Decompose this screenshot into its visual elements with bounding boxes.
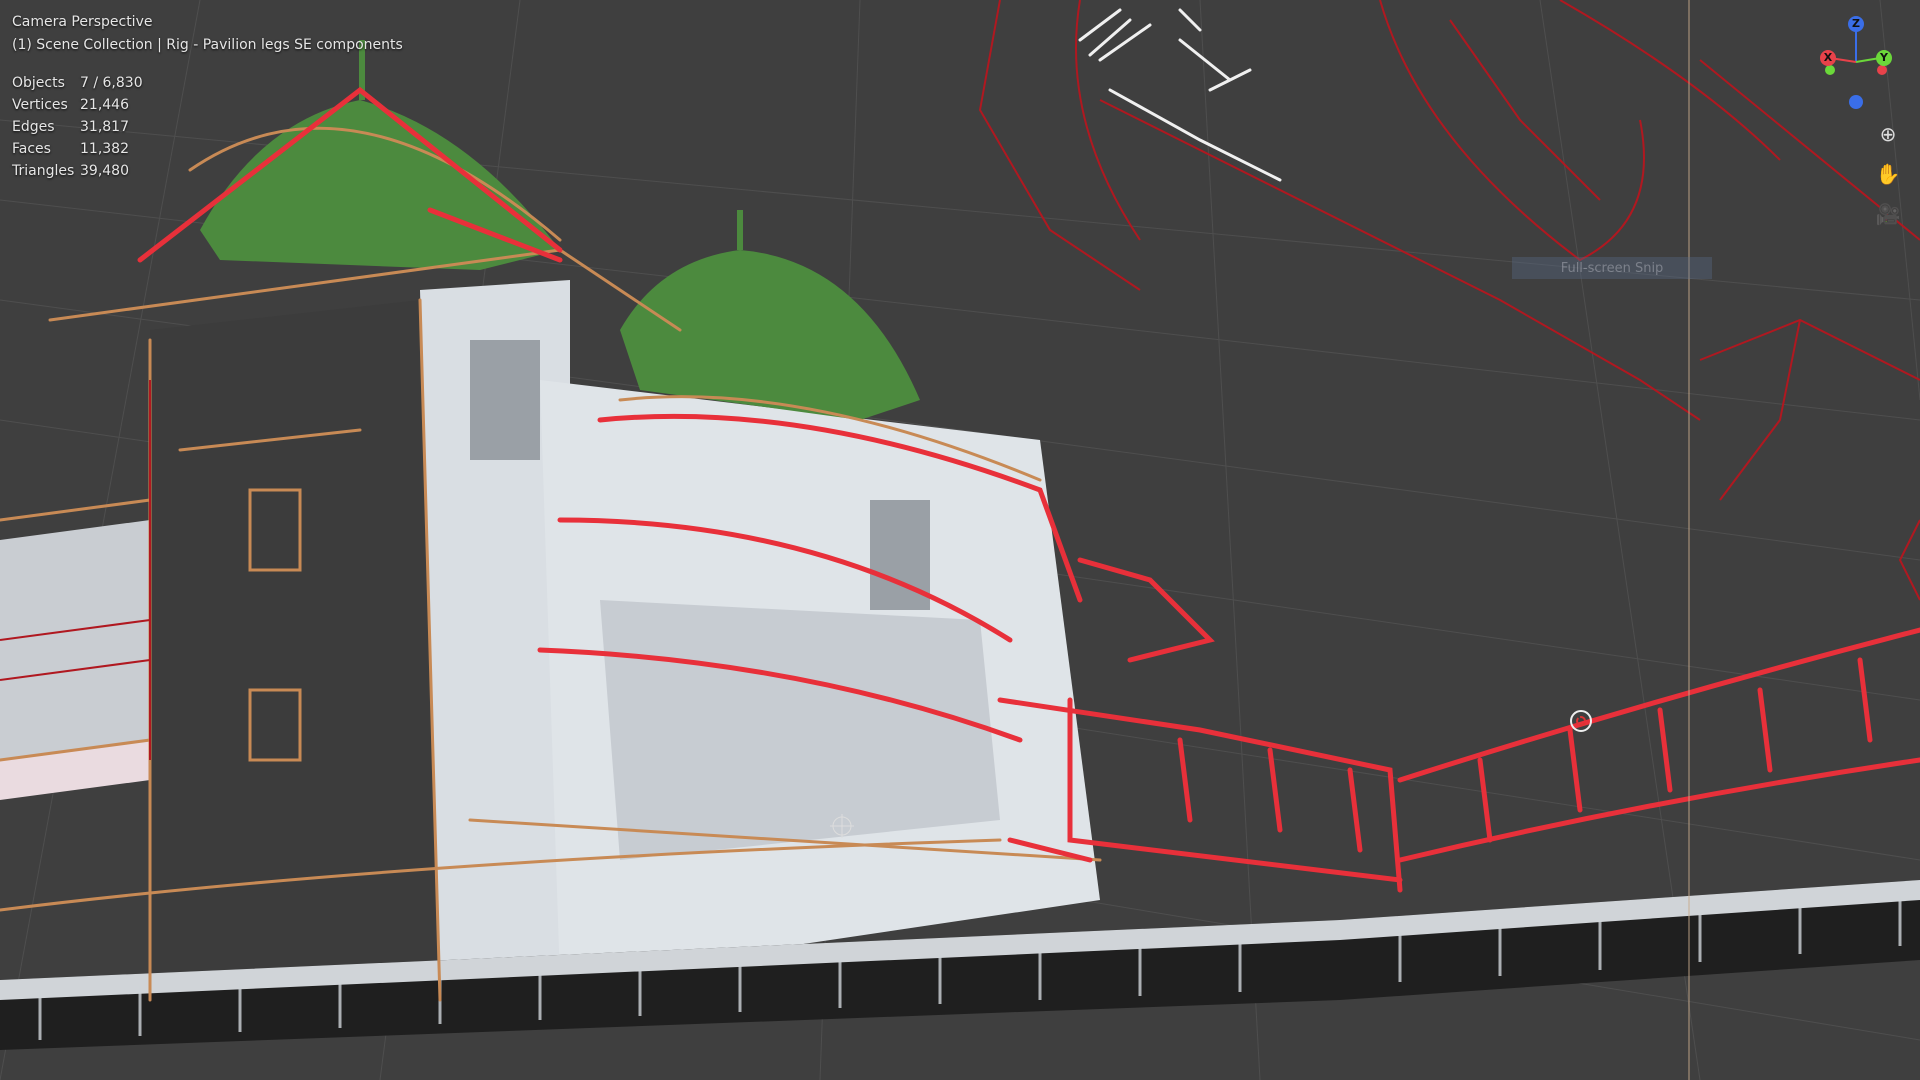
stat-value: 21,446: [80, 97, 129, 113]
stat-label: Objects: [12, 75, 65, 91]
active-collection-label: (1) Scene Collection | Rig - Pavilion le…: [12, 37, 403, 53]
camera-frame-edge: [1688, 0, 1690, 1080]
camera-view-icon[interactable]: 🎥: [1872, 198, 1904, 230]
gizmo-x-axis[interactable]: X: [1820, 50, 1836, 66]
3d-viewport[interactable]: Camera Perspective (1) Scene Collection …: [0, 0, 1920, 1080]
stat-triangles: Triangles 39,480: [12, 160, 143, 182]
snip-tooltip: Full-screen Snip: [1512, 257, 1712, 279]
gizmo-z-axis[interactable]: Z: [1848, 16, 1864, 32]
stat-label: Faces: [12, 141, 51, 157]
stat-value: 31,817: [80, 119, 129, 135]
navigation-gizmo[interactable]: Z X Y: [1800, 10, 1920, 110]
stat-vertices: Vertices 21,446: [12, 94, 143, 116]
stat-value: 39,480: [80, 163, 129, 179]
scene-render[interactable]: [0, 0, 1920, 1080]
stat-value: 11,382: [80, 141, 129, 157]
pan-hand-icon[interactable]: ✋: [1872, 158, 1904, 190]
stat-edges: Edges 31,817: [12, 116, 143, 138]
stat-objects: Objects 7 / 6,830: [12, 72, 143, 94]
viewport-nav-tools: ⊕ ✋ 🎥: [1872, 118, 1912, 238]
view-title: Camera Perspective: [12, 14, 153, 30]
scene-statistics: Objects 7 / 6,830 Vertices 21,446 Edges …: [12, 72, 143, 182]
zoom-icon[interactable]: ⊕: [1872, 118, 1904, 150]
stat-value: 7 / 6,830: [80, 75, 143, 91]
stat-label: Edges: [12, 119, 55, 135]
stat-faces: Faces 11,382: [12, 138, 143, 160]
3d-cursor-icon[interactable]: [1570, 710, 1592, 732]
gizmo-y-axis[interactable]: Y: [1876, 50, 1892, 66]
stat-label: Vertices: [12, 97, 68, 113]
main-tower: [150, 280, 1100, 1000]
white-scribble-strokes: [1078, 8, 1282, 182]
stat-label: Triangles: [12, 163, 75, 179]
